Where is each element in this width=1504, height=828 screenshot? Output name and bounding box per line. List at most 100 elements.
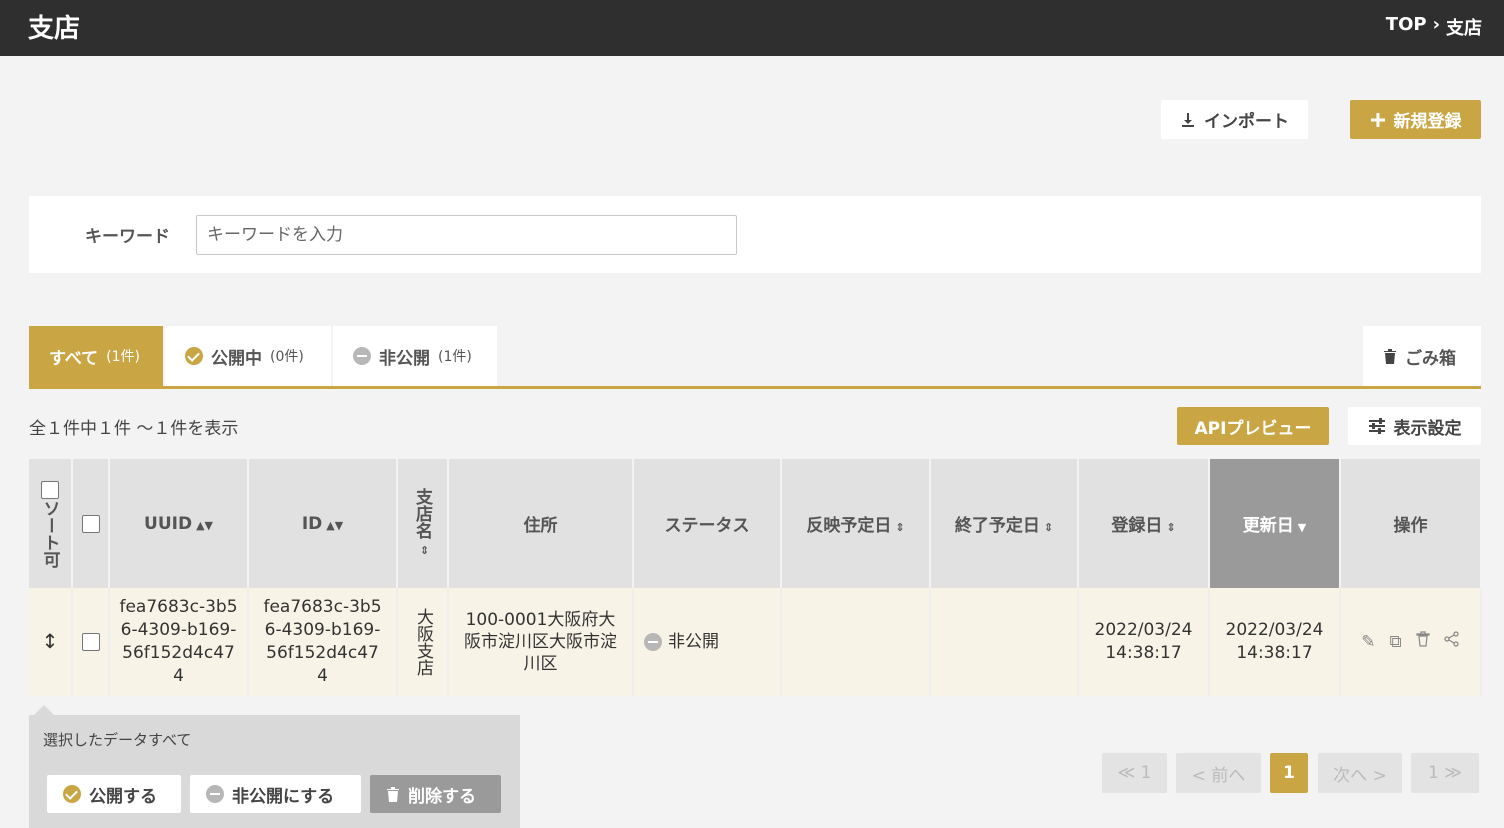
tab-unpublished-label: 非公開 xyxy=(379,348,430,369)
page-title: 支店 xyxy=(28,14,81,44)
breadcrumb-separator: › xyxy=(1432,14,1440,35)
pagination-last[interactable]: 1 ≫ xyxy=(1411,753,1479,793)
id-cell: fea7683c-3b56-4309-b169-56f152d4c474 xyxy=(248,588,398,696)
drag-handle-icon: ↕ xyxy=(41,628,59,653)
result-count: 全１件中１件 〜１件を表示 xyxy=(29,419,239,439)
new-register-button-label: 新規登録 xyxy=(1393,112,1462,132)
check-circle-icon xyxy=(185,347,203,365)
breadcrumb-current: 支店 xyxy=(1446,18,1482,39)
bulk-label: 選択したデータすべて xyxy=(43,731,192,749)
end-date-header[interactable]: 終了予定日 ⇕ xyxy=(930,459,1079,588)
trash-tab[interactable]: ごみ箱 xyxy=(1363,326,1481,386)
tab-all[interactable]: すべて (1件) xyxy=(29,326,163,386)
updated-cell: 2022/03/24 14:38:17 xyxy=(1209,588,1341,696)
sort-icon: ⇕ xyxy=(895,521,905,534)
data-table: ソート可 UUID ▲▼ ID ▲▼ 支店名 ⇕ 住所 ステータス 反映予定日 ⇕ 終了… xyxy=(29,459,1482,696)
id-header-label: ID xyxy=(301,513,323,534)
tab-published-label: 公開中 xyxy=(211,348,262,369)
ops-cell: ✎ ⧉ xyxy=(1340,588,1482,696)
drag-handle[interactable]: ↕ xyxy=(29,588,73,696)
bulk-actions-panel: 選択したデータすべて 公開する 非公開にする 削除する xyxy=(29,715,520,828)
new-register-button[interactable]: 新規登録 xyxy=(1350,100,1481,139)
sort-icon: ⇕ xyxy=(419,544,430,557)
created-header[interactable]: 登録日 ⇕ xyxy=(1078,459,1210,588)
select-all-header xyxy=(72,459,110,588)
keyword-input[interactable] xyxy=(196,215,737,255)
bulk-unpublish-button[interactable]: 非公開にする xyxy=(190,775,361,813)
end-date-header-label: 終了予定日 xyxy=(954,516,1040,536)
tab-unpublished-count: (1件) xyxy=(438,349,472,365)
share-icon[interactable] xyxy=(1444,630,1460,647)
search-panel: キーワード xyxy=(29,196,1481,273)
import-button-label: インポート xyxy=(1204,112,1289,132)
name-value: 大阪支店 xyxy=(413,608,433,676)
sort-icon: ⇕ xyxy=(1166,521,1176,534)
trash-icon[interactable] xyxy=(1416,630,1430,648)
sort-icon: ⇕ xyxy=(1043,521,1054,534)
minus-circle-icon xyxy=(206,785,224,803)
sortable-checkbox[interactable] xyxy=(41,480,59,499)
name-header-label: 支店名 xyxy=(412,488,432,539)
sortable-header-label: ソート可 xyxy=(39,499,60,568)
top-bar: 支店 TOP › 支店 xyxy=(0,0,1504,56)
name-header[interactable]: 支店名 ⇕ xyxy=(397,459,449,588)
sortable-column-header: ソート可 xyxy=(29,459,73,588)
updated-header-label: 更新日 xyxy=(1242,516,1294,536)
end-date-cell xyxy=(930,588,1079,696)
sliders-icon xyxy=(1368,418,1385,434)
table-header-row: ソート可 UUID ▲▼ ID ▲▼ 支店名 ⇕ 住所 ステータス 反映予定日 ⇕ 終了… xyxy=(29,459,1482,588)
id-header[interactable]: ID ▲▼ xyxy=(248,459,398,588)
address-header: 住所 xyxy=(448,459,634,588)
tab-underline xyxy=(29,386,1481,389)
bulk-publish-button[interactable]: 公開する xyxy=(47,775,181,813)
pagination-current[interactable]: 1 xyxy=(1270,753,1308,793)
bulk-delete-button[interactable]: 削除する xyxy=(370,775,501,813)
status-value: 非公開 xyxy=(668,631,719,652)
unpublished-status-icon xyxy=(644,632,662,651)
keyword-label: キーワード xyxy=(85,227,170,247)
row-checkbox[interactable] xyxy=(81,632,100,651)
sort-icon: ▲▼ xyxy=(326,518,344,532)
updated-header[interactable]: 更新日 ▼ xyxy=(1209,459,1341,588)
tab-all-label: すべて xyxy=(49,348,99,369)
copy-icon[interactable]: ⧉ xyxy=(1390,631,1402,654)
created-cell: 2022/03/24 14:38:17 xyxy=(1078,588,1210,696)
tab-unpublished[interactable]: 非公開 (1件) xyxy=(333,326,497,386)
ops-header: 操作 xyxy=(1340,459,1482,588)
display-settings-button[interactable]: 表示設定 xyxy=(1348,407,1481,445)
tab-all-count: (1件) xyxy=(106,349,140,365)
trash-tab-label: ごみ箱 xyxy=(1405,348,1456,369)
pagination-next[interactable]: 次へ > xyxy=(1318,753,1402,793)
name-cell: 大阪支店 xyxy=(397,588,449,696)
display-settings-label: 表示設定 xyxy=(1393,418,1462,439)
edit-icon[interactable]: ✎ xyxy=(1361,631,1375,654)
tab-published[interactable]: 公開中 (0件) xyxy=(165,326,331,386)
uuid-header-label: UUID xyxy=(144,513,193,534)
plus-icon xyxy=(1370,112,1385,127)
sort-icon: ▲▼ xyxy=(196,518,213,532)
table-row: ↕ fea7683c-3b56-4309-b169-56f152d4c474 f… xyxy=(29,588,1482,696)
created-header-label: 登録日 xyxy=(1111,516,1163,536)
bulk-unpublish-label: 非公開にする xyxy=(232,786,335,807)
status-header: ステータス xyxy=(633,459,782,588)
bulk-delete-label: 削除する xyxy=(408,786,476,807)
address-cell: 100-0001大阪府大阪市淀川区大阪市淀川区 xyxy=(448,588,634,696)
select-all-checkbox[interactable] xyxy=(81,514,100,533)
trash-icon xyxy=(387,786,399,802)
import-button[interactable]: インポート xyxy=(1161,100,1308,139)
api-preview-button[interactable]: APIプレビュー xyxy=(1177,407,1329,445)
check-circle-icon xyxy=(63,785,81,803)
status-cell: 非公開 xyxy=(633,588,782,696)
minus-circle-icon xyxy=(353,347,371,365)
bulk-publish-label: 公開する xyxy=(89,786,157,807)
tab-published-count: (0件) xyxy=(270,349,304,365)
pagination-first[interactable]: ≪ 1 xyxy=(1102,753,1167,793)
uuid-header[interactable]: UUID ▲▼ xyxy=(109,459,249,588)
pagination-prev[interactable]: < 前へ xyxy=(1176,753,1261,793)
publish-date-header[interactable]: 反映予定日 ⇕ xyxy=(781,459,931,588)
trash-icon xyxy=(1384,348,1396,364)
row-select-cell xyxy=(72,588,110,696)
breadcrumb-top-link[interactable]: TOP xyxy=(1386,14,1427,40)
bulk-panel-arrow xyxy=(34,705,54,715)
uuid-cell: fea7683c-3b56-4309-b169-56f152d4c474 xyxy=(109,588,249,696)
